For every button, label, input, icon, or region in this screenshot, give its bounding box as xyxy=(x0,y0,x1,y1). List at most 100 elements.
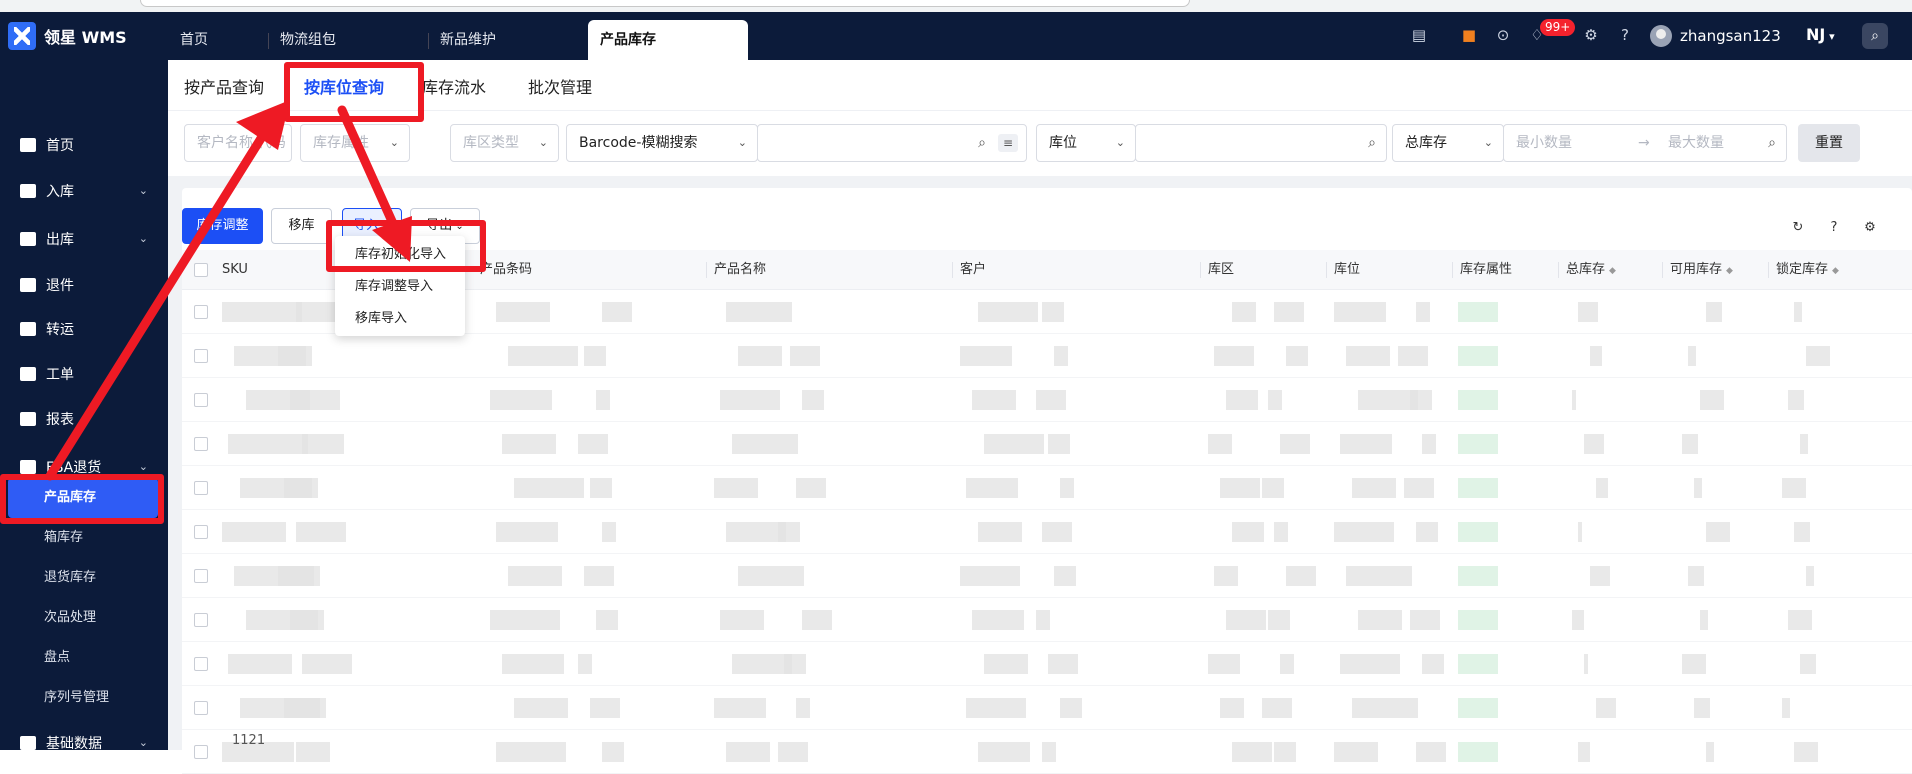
row-checkbox[interactable] xyxy=(194,657,208,671)
select-all-checkbox[interactable] xyxy=(194,263,208,277)
sidebar-item-report[interactable]: 报表 xyxy=(0,400,168,438)
row-checkbox[interactable] xyxy=(194,305,208,319)
row-checkbox[interactable] xyxy=(194,437,208,451)
table-row[interactable] xyxy=(182,510,1912,554)
min-quantity-field[interactable]: 最小数量 xyxy=(1516,135,1572,151)
sidebar-item-inbound[interactable]: 入库 ⌄ xyxy=(0,172,168,210)
sidebar-item-base-data[interactable]: 基础数据 ⌄ xyxy=(0,724,168,762)
redacted-stock-attribute xyxy=(1458,522,1498,542)
top-tab-product-stock[interactable]: 产品库存 xyxy=(588,20,748,60)
user-menu[interactable]: zhangsan123 xyxy=(1650,25,1781,47)
sidebar-subitem-defective[interactable]: 次品处理 xyxy=(0,598,168,638)
column-product-name[interactable]: 产品名称 xyxy=(706,250,766,290)
refresh-icon[interactable]: ↻ xyxy=(1790,220,1806,236)
row-checkbox[interactable] xyxy=(194,569,208,583)
sidebar-item-label: 基础数据 xyxy=(46,736,102,752)
redacted-cell xyxy=(796,698,810,718)
tab-stock-flow[interactable]: 库存流水 xyxy=(422,74,486,98)
sidebar-subitem-return-stock[interactable]: 退货库存 xyxy=(0,558,168,598)
app-logo[interactable]: 领星 WMS xyxy=(8,21,127,51)
sidebar-subitem-stocktake[interactable]: 盘点 xyxy=(0,638,168,678)
column-location[interactable]: 库位 xyxy=(1326,250,1360,290)
redacted-cell xyxy=(1060,698,1082,718)
table-row[interactable] xyxy=(182,642,1912,686)
redacted-cell xyxy=(1226,390,1258,410)
barcode-search-input[interactable]: ⌕ ≡ xyxy=(757,124,1027,162)
search-type-select[interactable]: Barcode-模糊搜索 ⌄ xyxy=(566,124,758,162)
location-search-input[interactable]: ⌕ xyxy=(1135,124,1387,162)
reset-button[interactable]: 重置 xyxy=(1798,124,1860,162)
table-row[interactable] xyxy=(182,378,1912,422)
row-checkbox[interactable] xyxy=(194,613,208,627)
table-row[interactable] xyxy=(182,422,1912,466)
zone-type-select[interactable]: 库区类型 ⌄ xyxy=(450,124,559,162)
sidebar-item-outbound[interactable]: 出库 ⌄ xyxy=(0,220,168,258)
stock-type-select[interactable]: 总库存 ⌄ xyxy=(1392,124,1504,162)
sort-icon[interactable]: ◆ xyxy=(1832,266,1839,276)
chevron-down-icon: ⌄ xyxy=(138,232,148,245)
sidebar-item-transfer[interactable]: 转运 xyxy=(0,310,168,348)
redacted-cell xyxy=(1590,566,1610,586)
warehouse-selector[interactable]: NJ ▾ xyxy=(1806,25,1835,44)
redacted-cell xyxy=(502,654,564,674)
top-tab-logistics[interactable]: 物流组包 xyxy=(268,20,420,60)
help-icon[interactable]: ? xyxy=(1616,26,1634,44)
row-checkbox[interactable] xyxy=(194,481,208,495)
sidebar-item-workorder[interactable]: 工单 xyxy=(0,355,168,393)
redacted-stock-attribute xyxy=(1458,302,1498,322)
column-total-stock[interactable]: 总库存 ◆ xyxy=(1558,250,1616,290)
max-quantity-field[interactable]: 最大数量 xyxy=(1668,125,1724,161)
table-row[interactable] xyxy=(182,730,1912,774)
column-sku[interactable]: SKU xyxy=(214,250,248,290)
top-tab-new-product[interactable]: 新品维护 xyxy=(428,20,580,60)
tab-by-product[interactable]: 按产品查询 xyxy=(184,74,264,98)
sidebar-item-returns[interactable]: 退件 xyxy=(0,266,168,304)
redacted-cell xyxy=(720,390,780,410)
sort-icon[interactable]: ◆ xyxy=(1726,266,1733,276)
move-button[interactable]: 移库 xyxy=(271,208,332,244)
table-row[interactable] xyxy=(182,554,1912,598)
customer-select[interactable]: 客户名称/代码 ⌄ xyxy=(184,124,292,162)
adjust-stock-button[interactable]: 库存调整 xyxy=(182,208,263,244)
redacted-cell xyxy=(1274,302,1304,322)
download-icon[interactable]: ⊙ xyxy=(1494,26,1512,44)
row-checkbox[interactable] xyxy=(194,349,208,363)
settings-icon[interactable]: ⚙ xyxy=(1582,26,1600,44)
row-checkbox[interactable] xyxy=(194,525,208,539)
tab-batch[interactable]: 批次管理 xyxy=(528,74,592,98)
redacted-cell xyxy=(726,742,770,762)
multi-line-icon[interactable]: ≡ xyxy=(998,134,1018,152)
column-stock-attribute[interactable]: 库存属性 xyxy=(1452,250,1512,290)
robot-icon[interactable]: ■ xyxy=(1460,26,1478,44)
browser-address-bar[interactable] xyxy=(140,0,1190,7)
row-checkbox[interactable] xyxy=(194,745,208,759)
sort-icon[interactable]: ◆ xyxy=(1609,266,1616,276)
quantity-range-input[interactable]: 最小数量 → 最大数量 ⌕ xyxy=(1503,124,1787,162)
table-row[interactable] xyxy=(182,686,1912,730)
top-tab-home[interactable]: 首页 xyxy=(168,20,274,60)
help-icon[interactable]: ? xyxy=(1826,220,1842,236)
column-available-stock[interactable]: 可用库存 ◆ xyxy=(1662,250,1733,290)
redacted-cell xyxy=(1800,434,1808,454)
attribute-select[interactable]: 库存属性 ⌄ xyxy=(300,124,410,162)
column-zone[interactable]: 库区 xyxy=(1200,250,1234,290)
row-checkbox[interactable] xyxy=(194,701,208,715)
redacted-cell xyxy=(1042,302,1064,322)
table-row[interactable] xyxy=(182,598,1912,642)
menu-item-stock-adjust-import[interactable]: 库存调整导入 xyxy=(335,272,465,302)
redacted-cell xyxy=(1268,610,1290,630)
table-row[interactable] xyxy=(182,334,1912,378)
menu-item-move-import[interactable]: 移库导入 xyxy=(335,304,465,334)
sidebar-subitem-serial[interactable]: 序列号管理 xyxy=(0,678,168,718)
redacted-cell xyxy=(778,742,808,762)
sidebar-subitem-box-stock[interactable]: 箱库存 xyxy=(0,518,168,558)
location-select[interactable]: 库位 ⌄ xyxy=(1036,124,1136,162)
column-locked-stock[interactable]: 锁定库存 ◆ xyxy=(1768,250,1839,290)
column-customer[interactable]: 客户 xyxy=(952,250,986,290)
column-settings-icon[interactable]: ⚙ xyxy=(1862,220,1878,236)
table-row[interactable] xyxy=(182,466,1912,510)
printer-icon[interactable]: ▤ xyxy=(1410,26,1428,44)
row-checkbox[interactable] xyxy=(194,393,208,407)
global-search-button[interactable]: ⌕ xyxy=(1862,23,1888,49)
sidebar-item-home[interactable]: 首页 xyxy=(0,126,168,164)
